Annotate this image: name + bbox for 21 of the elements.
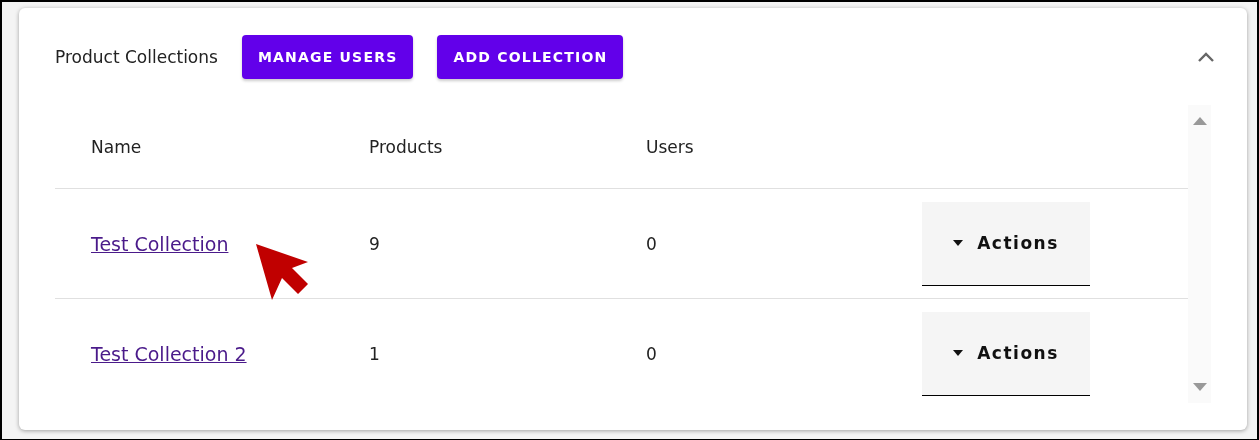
caret-icon bbox=[953, 240, 964, 246]
actions-dropdown[interactable]: Actions bbox=[922, 201, 1090, 286]
column-header: Users bbox=[645, 136, 695, 157]
actions-dropdown[interactable]: Actions bbox=[922, 311, 1090, 396]
table-cell-text: 0 bbox=[645, 233, 658, 254]
panel-title: Product Collections bbox=[55, 47, 218, 67]
collapse-icon[interactable] bbox=[1197, 51, 1215, 63]
scrollbar[interactable] bbox=[1188, 105, 1211, 403]
panel-button[interactable]: ADD COLLECTION bbox=[437, 35, 624, 79]
scroll-up-icon[interactable] bbox=[1192, 117, 1207, 125]
column-header: Products bbox=[368, 136, 444, 157]
panel-button[interactable]: MANAGE USERS bbox=[241, 35, 414, 79]
table-cell-text: 9 bbox=[368, 233, 381, 254]
caret-icon bbox=[953, 350, 964, 356]
column-header: Name bbox=[90, 136, 143, 157]
table-cell-text: 1 bbox=[368, 343, 381, 364]
collection-link[interactable]: Test Collection bbox=[91, 232, 229, 255]
scroll-down-icon[interactable] bbox=[1192, 383, 1207, 391]
table-cell-text: 0 bbox=[645, 343, 658, 364]
cursor-arrow-icon bbox=[254, 242, 310, 302]
collection-link[interactable]: Test Collection 2 bbox=[91, 342, 247, 365]
